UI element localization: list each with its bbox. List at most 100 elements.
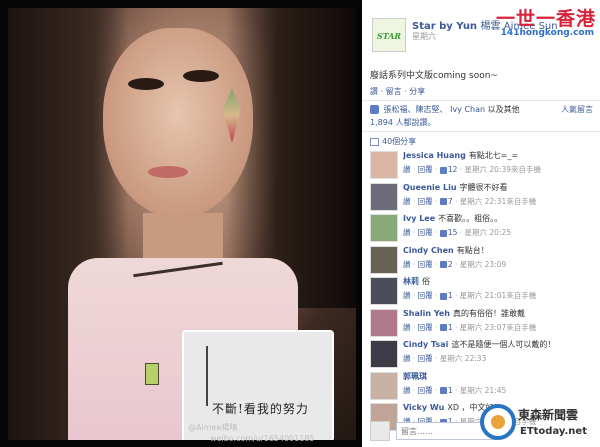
- viewer-avatar: [370, 421, 390, 441]
- commenter-name[interactable]: Jessica Huang: [403, 151, 466, 160]
- comment-like-link[interactable]: 讚: [403, 323, 411, 332]
- commenter-avatar[interactable]: [370, 371, 398, 400]
- comment-like-count[interactable]: 2: [448, 260, 453, 269]
- comment-via-mobile: 來自手機: [506, 322, 537, 332]
- comment-via-mobile: 來自手機: [511, 165, 542, 174]
- commenter-name[interactable]: 林莉: [403, 277, 419, 286]
- thumbs-up-icon: [439, 387, 447, 394]
- comment-line: 林莉俗: [403, 276, 598, 287]
- divider: [362, 131, 600, 132]
- comment-item: Ivy Lee 不喜歡。。粗俗。。讚 · 回覆 · 15 · 星期六 20:25: [370, 213, 598, 247]
- comment-item: 郭珮琪讚 · 回覆 · 1 · 星期六 21:45: [370, 371, 598, 405]
- divider: [362, 100, 600, 101]
- post-timestamp[interactable]: 星期六: [412, 31, 436, 42]
- thumbs-up-icon: [439, 229, 447, 237]
- comment-like-link[interactable]: 讚: [403, 260, 411, 269]
- page-avatar[interactable]: STAR: [372, 18, 406, 52]
- ettoday-cn-text: 東森新聞雲: [518, 408, 579, 422]
- photo-eye-left: [128, 78, 164, 90]
- sort-top-comments[interactable]: 人氣留言: [561, 104, 593, 115]
- photo-eye-right: [183, 70, 219, 82]
- photo-watermark-url: weibo.com/u/1654001185: [210, 434, 315, 443]
- comment-meta: 讚 · 回覆 · 2 · 星期六 23:09: [403, 259, 507, 269]
- comment-reply-link[interactable]: 回覆: [418, 291, 433, 300]
- photo-watermark-handle: @Aimee楊晴: [188, 423, 238, 432]
- commenter-avatar[interactable]: [370, 245, 398, 274]
- comment-meta: 讚 · 回覆 · 星期六 22:33: [403, 354, 487, 363]
- comment-like-link[interactable]: 讚: [403, 228, 411, 237]
- comment-like-count[interactable]: 1: [448, 291, 453, 300]
- comment-item: Shalin Yeh 真的有俗俗！誰敢戴讚 · 回覆 · 1 · 星期六 23:0…: [370, 308, 598, 342]
- commenter-name[interactable]: Vicky Wu: [403, 403, 444, 412]
- comment-meta: 讚 · 回覆 · 1 · 星期六 21:45: [403, 385, 507, 395]
- logo-cn-text: 一世一香港: [495, 8, 596, 30]
- comment-time[interactable]: 星期六 20:25: [465, 228, 512, 237]
- likes-count[interactable]: 1,894 人都說讚。: [370, 117, 595, 128]
- thumbs-up-icon: [439, 198, 447, 205]
- comment-time[interactable]: 星期六 23:09: [460, 260, 507, 269]
- commenter-avatar[interactable]: [370, 151, 398, 179]
- comment-time[interactable]: 星期六 20:39: [465, 165, 512, 174]
- comment-meta: 讚 · 回覆 · 7 · 星期六 22:31來自手機: [403, 196, 537, 206]
- comment-time[interactable]: 星期六 21:45: [460, 386, 507, 395]
- commenter-name[interactable]: Queenie Liu: [403, 183, 457, 192]
- comment-item: Jessica Huang 有點北七=_= 讚 · 回覆 · 12 · 星期六 20…: [370, 150, 598, 184]
- commenter-avatar[interactable]: [370, 214, 398, 242]
- shares-count[interactable]: 40個分享: [370, 136, 416, 147]
- post-photo[interactable]: 不斷!看我的努力: [8, 8, 356, 440]
- comment-reply-link[interactable]: 回覆: [418, 197, 433, 206]
- commenter-avatar[interactable]: [370, 277, 398, 305]
- comment-item: 林莉俗讚 · 回覆 · 1 · 星期六 21:01來自手機: [370, 276, 598, 310]
- comment-text: 有點台！: [456, 245, 489, 255]
- comment-time[interactable]: 星期六 22:33: [440, 354, 487, 363]
- comment-like-count[interactable]: 12: [448, 165, 458, 174]
- comment-text: 不喜歡。。粗俗。。: [438, 214, 503, 223]
- comment-reply-link[interactable]: 回覆: [418, 323, 433, 332]
- comment-meta: 讚 · 回覆 · 15 · 星期六 20:25: [403, 228, 512, 237]
- comment-line: Cindy Tsai 這不是隨便一個人可以戴的！: [403, 339, 598, 350]
- comment-time[interactable]: 星期六 22:31: [460, 197, 507, 206]
- post-actions[interactable]: 讚 · 留言 · 分享: [370, 86, 425, 97]
- inset-chain: [206, 346, 208, 406]
- commenter-name[interactable]: 郭珮琪: [403, 372, 427, 381]
- comment-reply-link[interactable]: 回覆: [418, 354, 433, 363]
- commenter-name[interactable]: Ivy Lee: [403, 214, 435, 223]
- photo-panel: 不斷!看我的努力 @Aimee楊晴 weibo.com/u/1654001185: [0, 0, 362, 447]
- comment-like-link[interactable]: 讚: [403, 165, 411, 174]
- post-caption: 廢話系列中文版coming soon~: [370, 71, 498, 81]
- commenter-name[interactable]: Shalin Yeh: [403, 309, 450, 318]
- comment-reply-link[interactable]: 回覆: [418, 260, 433, 269]
- comment-like-link[interactable]: 讚: [403, 386, 411, 395]
- comment-like-count[interactable]: 15: [448, 228, 458, 237]
- comment-time[interactable]: 星期六 21:01: [460, 291, 507, 300]
- comment-line: Jessica Huang 有點北七=_=: [403, 150, 598, 161]
- commenter-name[interactable]: Cindy Chen: [403, 246, 454, 255]
- comment-reply-link[interactable]: 回覆: [418, 228, 433, 237]
- comment-body: Cindy Chen 有點台！ 讚 · 回覆 · 2 · 星期六 23:09: [403, 245, 598, 270]
- liker-names[interactable]: 張松福、陳志堅、: [384, 105, 448, 114]
- comment-like-link[interactable]: 讚: [403, 197, 411, 206]
- comment-like-count[interactable]: 1: [448, 386, 453, 395]
- commenter-avatar[interactable]: [370, 308, 398, 337]
- commenter-name[interactable]: Cindy Tsai: [403, 340, 448, 349]
- thumbs-up-icon: [439, 324, 447, 331]
- likes-summary: 張松福、陳志堅、 Ivy Chan 以及其他 1,894 人都說讚。 人氣留言: [370, 104, 595, 128]
- comment-body: 郭珮琪讚 · 回覆 · 1 · 星期六 21:45: [403, 371, 598, 396]
- comment-time[interactable]: 星期六 23:07: [460, 323, 507, 332]
- ettoday-circle-icon: [480, 404, 516, 440]
- comment-item: Cindy Tsai 這不是隨便一個人可以戴的！ 讚 · 回覆 · 星期六 22:3…: [370, 339, 598, 373]
- comment-like-count[interactable]: 1: [448, 323, 453, 332]
- comment-reply-link[interactable]: 回覆: [418, 386, 433, 395]
- comment-text: 字體很不好看: [459, 182, 508, 192]
- liker-ivy-chan[interactable]: Ivy Chan: [450, 105, 485, 114]
- commenter-avatar[interactable]: [370, 340, 398, 368]
- comment-text: 俗: [422, 277, 430, 286]
- commenter-avatar[interactable]: [370, 182, 398, 211]
- comment-meta: 讚 · 回覆 · 1 · 星期六 21:01來自手機: [403, 291, 537, 300]
- comment-body: Ivy Lee 不喜歡。。粗俗。。讚 · 回覆 · 15 · 星期六 20:25: [403, 213, 598, 238]
- comment-like-count[interactable]: 7: [448, 197, 453, 206]
- 141hongkong-logo: 一世一香港 141hongkong.com: [462, 4, 600, 44]
- comment-like-link[interactable]: 讚: [403, 354, 411, 363]
- comment-like-link[interactable]: 讚: [403, 291, 411, 300]
- comment-reply-link[interactable]: 回覆: [418, 165, 433, 174]
